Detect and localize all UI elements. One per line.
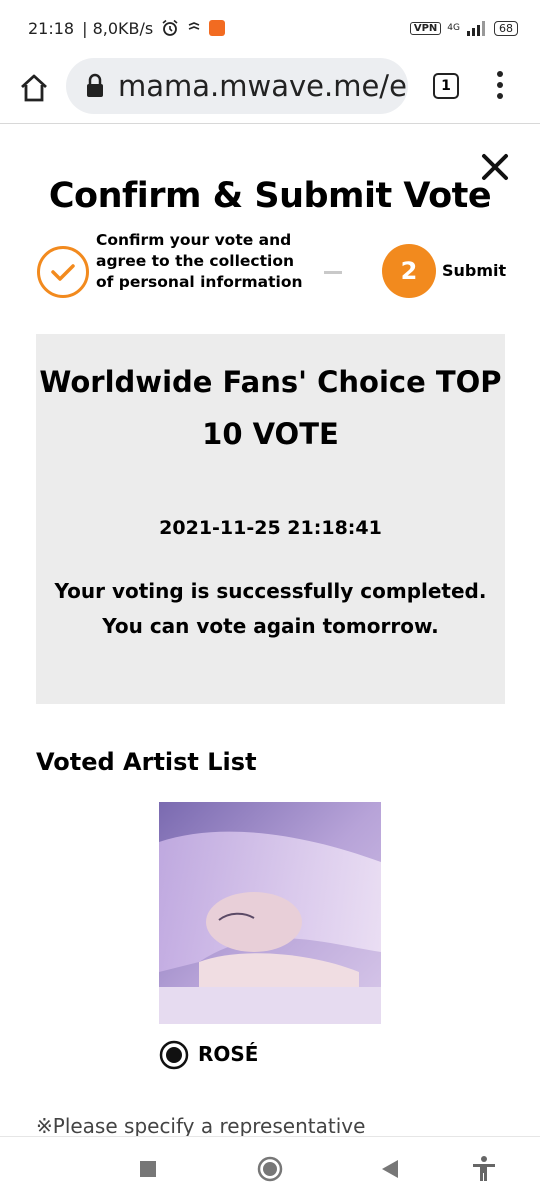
- more-vert-icon[interactable]: [492, 70, 508, 100]
- status-right: VPN 4G 68: [409, 20, 518, 36]
- circle-icon[interactable]: [256, 1155, 284, 1183]
- radio-selected-icon[interactable]: [159, 1040, 189, 1070]
- notification-icon: [188, 22, 200, 30]
- status-time: 21:18: [28, 18, 75, 38]
- browser-toolbar: mama.mwave.me/en 1: [0, 56, 540, 124]
- alarm-icon: [162, 19, 178, 36]
- representative-note: ※Please specify a representative: [36, 1114, 366, 1138]
- network-type: 4G: [447, 22, 460, 33]
- app-notification-icon: [209, 20, 226, 36]
- status-speed: | 8,0KB/s: [82, 18, 154, 38]
- battery-indicator: 68: [494, 20, 518, 36]
- step1-label: Confirm your vote and agree to the colle…: [96, 231, 303, 291]
- artist-photo: [159, 802, 381, 1024]
- vpn-badge: VPN: [409, 21, 442, 35]
- status-left: 21:18 | 8,0KB/s: [28, 18, 226, 38]
- step2-badge: 2: [382, 244, 436, 298]
- accessibility-icon[interactable]: [470, 1155, 498, 1183]
- dialog-title: Confirm & Submit Vote: [48, 176, 492, 216]
- vote-message-line2: You can vote again tomorrow.: [102, 614, 439, 638]
- system-nav-bar: [0, 1136, 540, 1200]
- lock-icon: [87, 73, 103, 97]
- step-divider: [324, 271, 342, 274]
- vote-title: Worldwide Fans' Choice TOP 10 VOTE: [39, 365, 502, 451]
- vote-message: Your voting is successfully completed. Y…: [36, 574, 505, 644]
- vote-timestamp: 2021-11-25 21:18:41: [159, 517, 382, 539]
- status-bar: 21:18 | 8,0KB/s VPN 4G 68: [0, 0, 540, 56]
- voted-artist-list-heading: Voted Artist List: [36, 748, 257, 776]
- home-icon[interactable]: [18, 72, 50, 104]
- vote-result-panel: Worldwide Fans' Choice TOP 10 VOTE 2021-…: [36, 334, 505, 704]
- square-icon[interactable]: [134, 1155, 162, 1183]
- signal-icon: [467, 21, 485, 36]
- step2-label: Submit: [442, 261, 507, 280]
- artist-name: ROSÉ: [198, 1042, 259, 1066]
- vote-message-line1: Your voting is successfully completed.: [54, 579, 487, 603]
- triangle-back-icon[interactable]: [376, 1155, 404, 1183]
- tab-switcher-button[interactable]: 1: [433, 73, 459, 99]
- address-bar[interactable]: mama.mwave.me/en: [66, 58, 408, 114]
- url-text: mama.mwave.me/en: [118, 69, 408, 103]
- check-circle-icon: [37, 246, 89, 298]
